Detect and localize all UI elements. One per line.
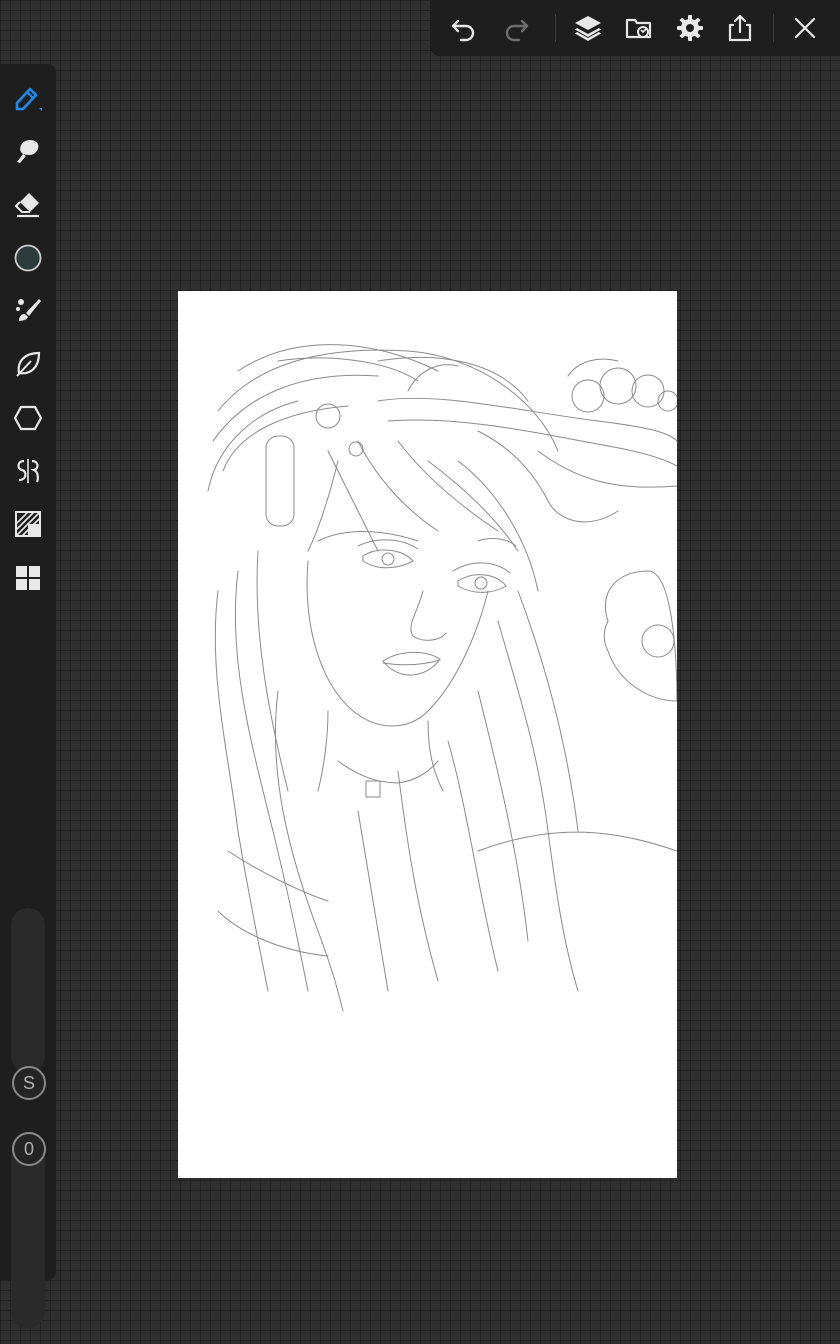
smudge-tool-button[interactable]: [8, 131, 48, 171]
undo-icon: [451, 19, 475, 42]
gear-icon: [677, 15, 703, 41]
pencil-icon: [15, 87, 42, 111]
close-icon: [794, 17, 816, 39]
share-icon: [728, 14, 752, 42]
undo-button[interactable]: [444, 8, 484, 48]
toolbar-separator: [773, 14, 774, 42]
shape-tool-button[interactable]: [8, 398, 48, 438]
gallery-button[interactable]: [619, 8, 659, 48]
brush-size-knob[interactable]: S: [12, 1066, 46, 1100]
leaf-icon: [16, 351, 41, 377]
opacity-label: 0: [23, 1138, 34, 1159]
layers-button[interactable]: [568, 8, 608, 48]
hexagon-shape-icon: [13, 405, 43, 431]
opacity-knob[interactable]: 0: [12, 1132, 46, 1166]
symmetry-tool-button[interactable]: [8, 451, 48, 491]
smudge-icon: [17, 140, 39, 163]
toolbar-separator: [555, 14, 556, 42]
brush-library-button[interactable]: [8, 291, 48, 331]
top-toolbar: [430, 0, 840, 56]
layers-icon: [575, 16, 601, 41]
redo-button[interactable]: [496, 8, 536, 48]
sketch-artwork: [207, 344, 677, 1012]
brush-library-icon: [16, 299, 41, 321]
grid-layout-icon: [16, 566, 40, 590]
layout-grid-button[interactable]: [8, 558, 48, 598]
redo-icon: [505, 19, 529, 42]
folder-sync-icon: [625, 18, 652, 39]
share-button[interactable]: [720, 8, 760, 48]
brush-size-label: S: [22, 1072, 35, 1093]
eraser-tool-button[interactable]: [8, 184, 48, 224]
symmetry-icon: [17, 459, 39, 483]
settings-button[interactable]: [670, 8, 710, 48]
eraser-icon: [14, 193, 39, 218]
liquify-tool-button[interactable]: [8, 344, 48, 384]
fill-pattern-icon: [15, 511, 41, 537]
opacity-track[interactable]: [11, 1143, 45, 1328]
left-toolbar: S 0: [0, 64, 56, 1328]
drawing-canvas[interactable]: [178, 291, 677, 1178]
fill-pattern-button[interactable]: [8, 504, 48, 544]
pencil-tool-button[interactable]: [8, 78, 48, 118]
brush-size-track[interactable]: [11, 908, 45, 1073]
brush-size-slider[interactable]: S 0: [11, 908, 46, 1328]
color-swatch-icon: [14, 244, 42, 272]
color-picker-button[interactable]: [8, 238, 48, 278]
close-button[interactable]: [785, 8, 825, 48]
